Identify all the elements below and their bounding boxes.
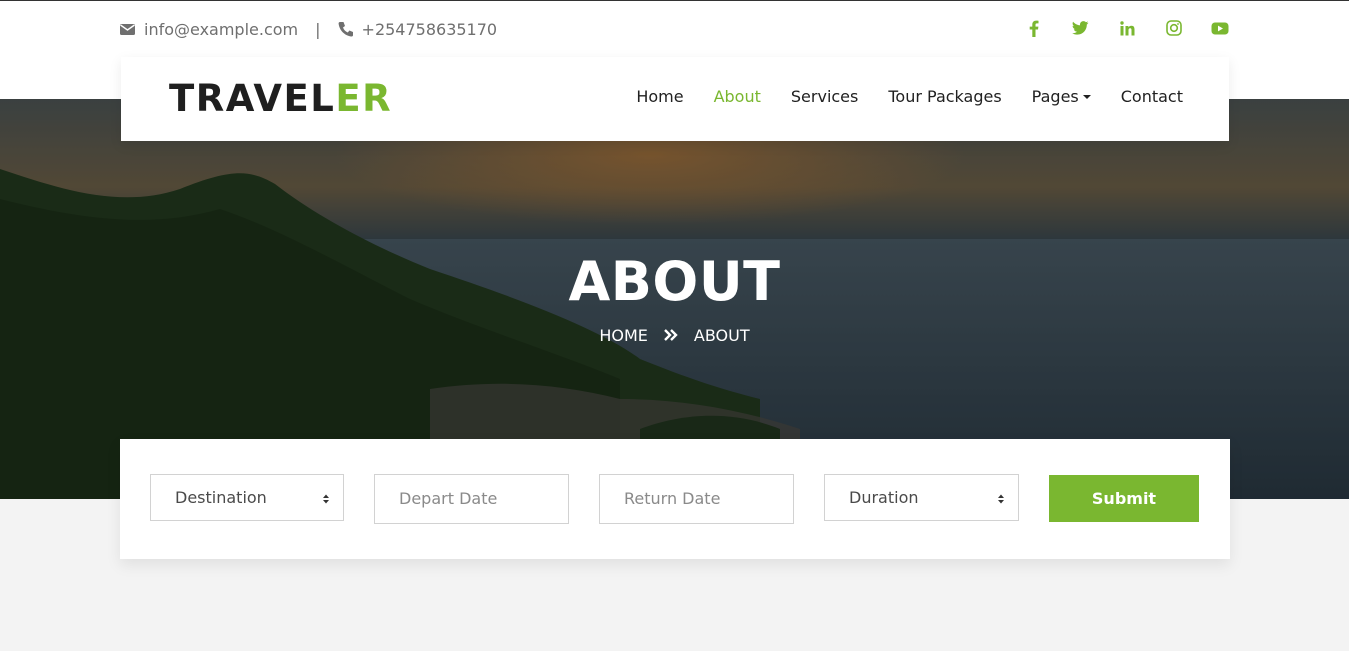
depart-date-placeholder: Depart Date (399, 489, 498, 508)
linkedin-icon[interactable] (1117, 18, 1137, 38)
phone-link[interactable]: +254758635170 (362, 20, 498, 39)
depart-date-input[interactable]: Depart Date (374, 474, 569, 524)
logo-text: TRAVEL (169, 77, 336, 120)
destination-select[interactable]: Destination (150, 474, 344, 521)
duration-select[interactable]: Duration (824, 474, 1019, 521)
breadcrumb-home[interactable]: HOME (599, 326, 648, 345)
social-links (1024, 18, 1257, 38)
site-logo[interactable]: TRAVELER (169, 77, 392, 120)
contact-separator: | (315, 19, 321, 39)
breadcrumb: HOME ABOUT (0, 326, 1349, 345)
return-date-placeholder: Return Date (624, 489, 721, 508)
select-arrows-icon (323, 494, 329, 504)
nav-item-pages-label: Pages (1031, 87, 1079, 106)
nav-menu: Home About Services Tour Packages Pages … (636, 87, 1183, 106)
email-link[interactable]: info@example.com (144, 20, 298, 39)
duration-select-value: Duration (849, 488, 919, 507)
main-navbar: TRAVELER Home About Services Tour Packag… (121, 57, 1229, 141)
select-arrows-icon (998, 494, 1004, 504)
nav-item-home[interactable]: Home (636, 87, 683, 106)
breadcrumb-current: ABOUT (693, 326, 750, 345)
nav-item-contact[interactable]: Contact (1121, 87, 1183, 106)
instagram-icon[interactable] (1164, 18, 1184, 38)
youtube-icon[interactable] (1210, 18, 1230, 38)
page-title: ABOUT (568, 250, 781, 313)
booking-form: Destination Depart Date Return Date Dura… (120, 439, 1230, 559)
nav-item-about[interactable]: About (714, 87, 761, 106)
envelope-icon (119, 20, 137, 38)
facebook-icon[interactable] (1024, 18, 1044, 38)
twitter-icon[interactable] (1071, 18, 1091, 38)
nav-item-tour-packages[interactable]: Tour Packages (888, 87, 1001, 106)
phone-icon (337, 20, 355, 38)
nav-item-pages[interactable]: Pages (1032, 87, 1091, 106)
submit-button[interactable]: Submit (1049, 475, 1199, 522)
contact-info: info@example.com | +254758635170 (119, 18, 497, 40)
nav-item-services[interactable]: Services (791, 87, 858, 106)
caret-down-icon (1082, 95, 1091, 99)
logo-accent-text: ER (335, 77, 393, 120)
double-chevron-right-icon (664, 326, 678, 345)
return-date-input[interactable]: Return Date (599, 474, 794, 524)
destination-select-value: Destination (175, 488, 267, 507)
